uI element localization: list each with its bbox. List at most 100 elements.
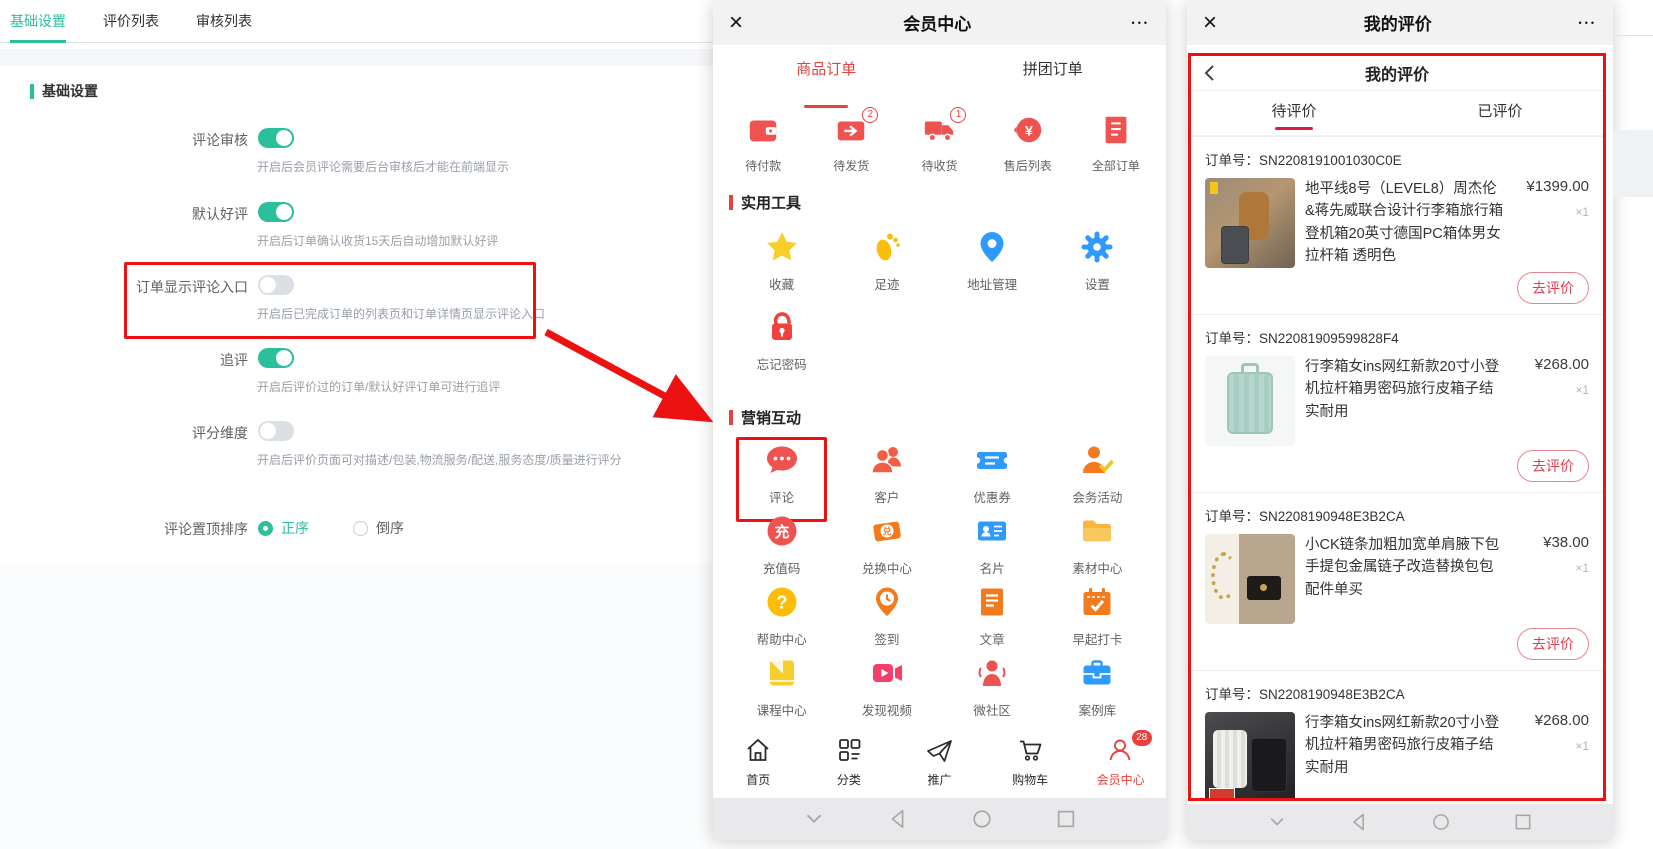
section-accent-bar xyxy=(729,195,733,210)
marketing-exchange-center[interactable]: 兑 兑换中心 xyxy=(834,513,939,584)
video-icon xyxy=(869,655,905,691)
tab-basic-settings[interactable]: 基础设置 xyxy=(10,0,66,43)
tool-forgot-password[interactable]: 忘记密码 xyxy=(729,309,834,389)
marketing-articles[interactable]: 文章 xyxy=(940,584,1045,655)
marketing-micro-community[interactable]: 微社区 xyxy=(940,655,1045,726)
close-icon[interactable]: × xyxy=(1203,11,1217,35)
tool-favorites[interactable]: 收藏 xyxy=(729,229,834,309)
tool-footprints[interactable]: 足迹 xyxy=(834,229,939,309)
android-recents-icon[interactable] xyxy=(1055,808,1077,830)
nav-promote[interactable]: 推广 xyxy=(894,736,985,788)
case-library-icon xyxy=(1079,655,1115,691)
android-nav-bar xyxy=(1187,804,1613,840)
toggle-knob xyxy=(276,130,292,146)
marketing-comments[interactable]: 评论 xyxy=(729,442,834,513)
tool-address-management[interactable]: 地址管理 xyxy=(940,229,1045,309)
order-number: 订单号：SN22081909599828F4 xyxy=(1205,327,1589,347)
section-practical-tools: 实用工具 xyxy=(729,192,1166,213)
radio-descending-label: 倒序 xyxy=(376,518,404,538)
marketing-material-center[interactable]: 素材中心 xyxy=(1045,513,1150,584)
reviews-title: 我的评价 xyxy=(1217,10,1579,35)
nav-member-center[interactable]: 28 会员中心 xyxy=(1075,736,1166,788)
android-nav-bar xyxy=(713,798,1166,840)
toggle-default-good-review[interactable] xyxy=(258,202,294,222)
tab-audit-list[interactable]: 审核列表 xyxy=(196,0,252,43)
status-after-sales[interactable]: ¥ 售后列表 xyxy=(984,113,1072,174)
back-icon[interactable] xyxy=(1201,64,1219,82)
marketing-grid: 评论 客户 优惠券 会务活动 充 充值码 兑 兑换中心 xyxy=(713,442,1166,726)
folder-icon xyxy=(1079,513,1115,549)
go-review-button[interactable]: 去评价 xyxy=(1517,450,1589,482)
marketing-member-activities[interactable]: 会务活动 xyxy=(1045,442,1150,513)
marketing-discover-video[interactable]: 发现视频 xyxy=(834,655,939,726)
location-pin-icon xyxy=(974,229,1010,265)
radio-descending[interactable] xyxy=(353,521,368,536)
marketing-business-card[interactable]: 名片 xyxy=(940,513,1045,584)
nav-home[interactable]: 首页 xyxy=(713,736,804,788)
android-home-icon[interactable] xyxy=(971,808,993,830)
product-image xyxy=(1205,712,1295,801)
status-all-orders[interactable]: 全部订单 xyxy=(1072,113,1160,174)
member-icon xyxy=(1107,736,1135,764)
close-icon[interactable]: × xyxy=(729,11,743,35)
product-price: ¥38.00 xyxy=(1505,534,1589,551)
marketing-check-in[interactable]: 签到 xyxy=(834,584,939,655)
order-number: 订单号：SN2208191001030C0E xyxy=(1205,149,1589,169)
marketing-recharge-code[interactable]: 充 充值码 xyxy=(729,513,834,584)
order-number: 订单号：SN2208190948E3B2CA xyxy=(1205,683,1589,703)
product-image xyxy=(1205,178,1295,268)
reviews-header: × 我的评价 ••• xyxy=(1187,0,1613,45)
tab-review-list[interactable]: 评价列表 xyxy=(103,0,159,43)
marketing-help-center[interactable]: ? 帮助中心 xyxy=(729,584,834,655)
android-home-icon[interactable] xyxy=(1431,812,1451,832)
marketing-case-library[interactable]: 案例库 xyxy=(1045,655,1150,726)
toggle-rating-dimension[interactable] xyxy=(258,421,294,441)
go-review-button[interactable]: 去评价 xyxy=(1517,628,1589,660)
android-back-icon[interactable] xyxy=(887,808,909,830)
section-title-text: 基础设置 xyxy=(42,81,98,101)
checkin-icon xyxy=(869,584,905,620)
exchange-icon: 兑 xyxy=(869,513,905,549)
go-review-button[interactable]: 去评价 xyxy=(1517,272,1589,304)
tab-group-orders[interactable]: 拼团订单 xyxy=(940,58,1167,99)
setting-row-comment-audit: 评论审核 开启后会员评论需要后台审核后才能在前端显示 xyxy=(0,128,713,188)
marketing-morning-checkin[interactable]: 早起打卡 xyxy=(1045,584,1150,655)
status-pending-shipment[interactable]: 2 待发货 xyxy=(807,113,895,174)
marketing-course-center[interactable]: 课程中心 xyxy=(729,655,834,726)
product-qty: ×1 xyxy=(1505,739,1589,753)
tab-product-orders[interactable]: 商品订单 xyxy=(713,58,940,99)
tab-pending-review[interactable]: 待评价 xyxy=(1191,91,1397,135)
page-background xyxy=(0,563,713,849)
radio-ascending[interactable] xyxy=(258,521,273,536)
footprints-icon xyxy=(869,229,905,265)
product-qty: ×1 xyxy=(1505,561,1589,575)
status-pending-receipt[interactable]: 1 待收货 xyxy=(895,113,983,174)
android-recents-icon[interactable] xyxy=(1513,812,1533,832)
bottom-nav: 首页 分类 推广 购物车 28 会员中心 xyxy=(713,736,1166,788)
product-image xyxy=(1205,356,1295,446)
more-icon[interactable]: ••• xyxy=(1579,18,1597,28)
toggle-knob xyxy=(260,423,276,439)
nav-category[interactable]: 分类 xyxy=(804,736,895,788)
android-back-icon[interactable] xyxy=(1349,812,1369,832)
marketing-coupons[interactable]: 优惠券 xyxy=(940,442,1045,513)
toggle-comment-audit[interactable] xyxy=(258,128,294,148)
chevron-down-icon[interactable] xyxy=(803,808,825,830)
status-pending-payment[interactable]: 待付款 xyxy=(719,113,807,174)
toggle-follow-up-review[interactable] xyxy=(258,348,294,368)
marketing-customers[interactable]: 客户 xyxy=(834,442,939,513)
tool-settings[interactable]: 设置 xyxy=(1045,229,1150,309)
order-card: 订单号：SN22081909599828F4 行李箱女ins网红新款20寸小登机… xyxy=(1191,314,1603,492)
page-gap xyxy=(0,49,713,66)
home-icon xyxy=(744,736,772,764)
reviews-subheader: 我的评价 xyxy=(1191,56,1603,91)
tab-reviewed[interactable]: 已评价 xyxy=(1397,91,1603,135)
more-icon[interactable]: ••• xyxy=(1132,18,1150,28)
product-title: 行李箱女ins网红新款20寸小登机拉杆箱男密码旅行皮箱子结实耐用 xyxy=(1305,712,1505,801)
nav-cart[interactable]: 购物车 xyxy=(985,736,1076,788)
business-card-icon xyxy=(974,513,1010,549)
chevron-down-icon[interactable] xyxy=(1267,812,1287,832)
toggle-knob xyxy=(276,204,292,220)
member-center-panel: × 会员中心 ••• 商品订单 拼团订单 待付款 2 待发货 1 待收货 ¥ 售 xyxy=(713,0,1166,840)
order-card: 订单号：SN2208190948E3B2CA 行李箱女ins网红新款20寸小登机… xyxy=(1191,670,1603,801)
